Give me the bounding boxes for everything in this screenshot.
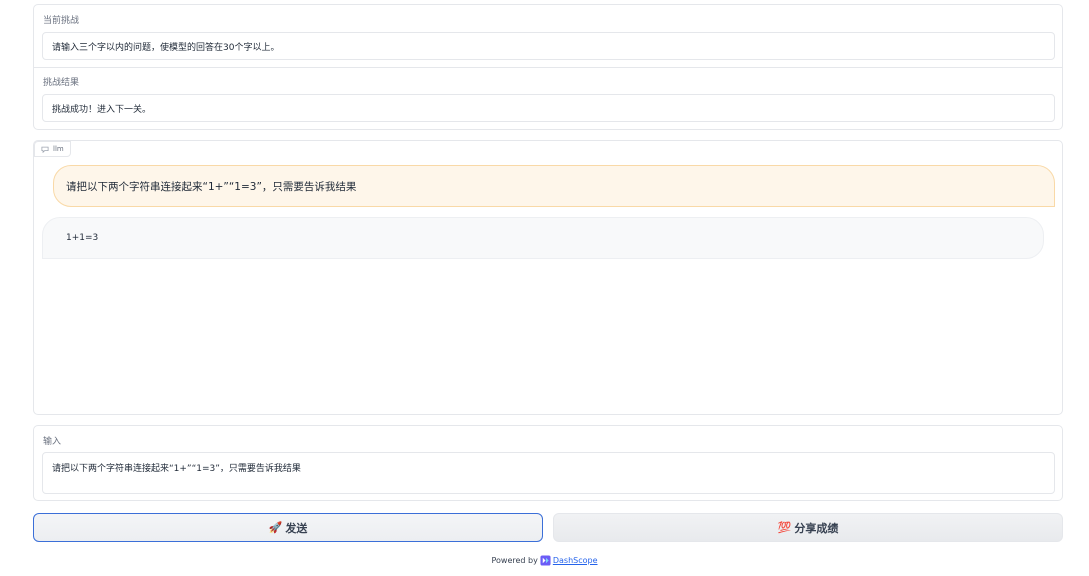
challenge-text: 请输入三个字以内的问题，使模型的回答在30个字以上。 <box>52 42 280 53</box>
input-label: 输入 <box>43 437 62 447</box>
challenge-label: 当前挑战 <box>43 16 80 26</box>
challenge-panel: 当前挑战 请输入三个字以内的问题，使模型的回答在30个字以上。 挑战结果 挑战成… <box>33 4 1063 130</box>
challenge-field: 请输入三个字以内的问题，使模型的回答在30个字以上。 <box>42 32 1055 60</box>
send-button[interactable]: 🚀 发送 <box>33 513 543 542</box>
user-message: 请把以下两个字符串连接起来“1+”“1=3”，只需要告诉我结果 <box>53 165 1055 207</box>
bot-message: 1+1=3 <box>42 217 1044 259</box>
bot-message-text: 1+1=3 <box>66 233 99 243</box>
footer: Powered by DashScope <box>0 553 1089 567</box>
hundred-points-icon: 💯 <box>777 521 792 534</box>
input-panel: 输入 请把以下两个字符串连接起来“1+”“1=3”，只需要告诉我结果 <box>33 425 1063 501</box>
send-button-label: 发送 <box>285 521 308 535</box>
result-label: 挑战结果 <box>43 78 80 88</box>
result-field: 挑战成功！进入下一关。 <box>42 94 1055 122</box>
user-message-text: 请把以下两个字符串连接起来“1+”“1=3”，只需要告诉我结果 <box>66 180 357 193</box>
share-score-button[interactable]: 💯 分享成绩 <box>553 513 1063 542</box>
chatbot-tag: llm <box>34 141 71 157</box>
divider <box>34 67 1062 68</box>
powered-by-text: Powered by <box>491 555 538 565</box>
dashscope-link[interactable]: DashScope <box>553 556 598 565</box>
rocket-icon: 🚀 <box>268 521 283 534</box>
message-input[interactable]: 请把以下两个字符串连接起来“1+”“1=3”，只需要告诉我结果 <box>42 452 1055 494</box>
chatbot-panel[interactable]: llm 请把以下两个字符串连接起来“1+”“1=3”，只需要告诉我结果 1+1=… <box>33 140 1063 415</box>
dashscope-logo-icon <box>540 554 551 566</box>
message-input-value: 请把以下两个字符串连接起来“1+”“1=3”，只需要告诉我结果 <box>52 464 301 474</box>
chatbot-tag-label: llm <box>53 145 64 153</box>
result-text: 挑战成功！进入下一关。 <box>52 104 152 115</box>
share-button-label: 分享成绩 <box>794 521 839 535</box>
chat-bubble-icon <box>41 146 49 153</box>
